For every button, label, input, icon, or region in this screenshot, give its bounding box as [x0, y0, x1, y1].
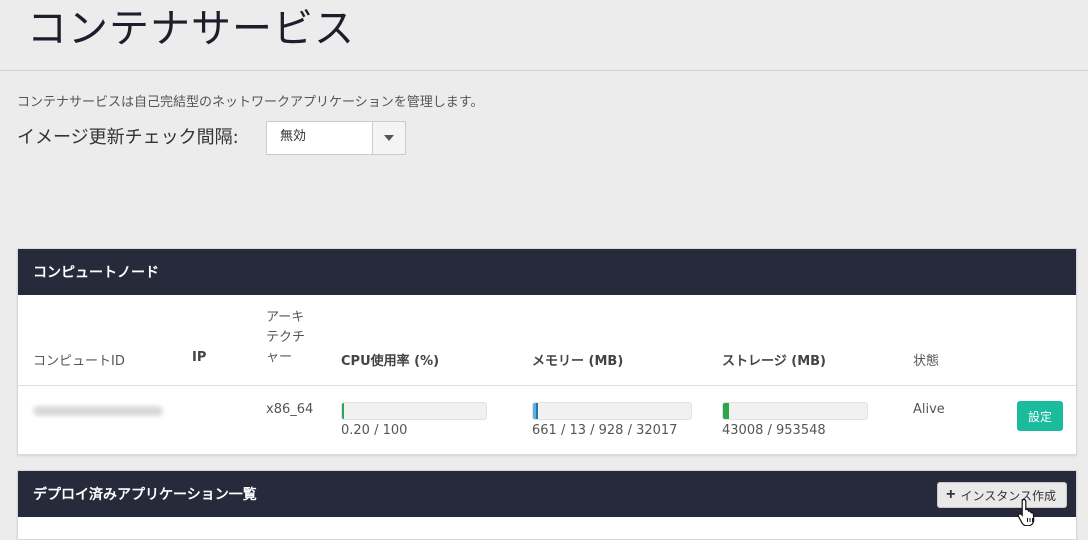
col-status: 状態: [913, 354, 940, 369]
col-architecture: アーキテクチャー: [266, 310, 306, 365]
create-instance-button[interactable]: + インスタンス作成: [937, 482, 1067, 508]
cell-architecture: x86_64: [266, 402, 314, 417]
page-header: コンテナサービス: [0, 0, 1088, 71]
cell-memory: 661 / 13 / 928 / 32017: [532, 423, 678, 438]
cell-status: Alive: [913, 402, 945, 417]
create-instance-label: インスタンス作成: [960, 488, 1056, 503]
compute-nodes-table-header: コンピュートID IP アーキテクチャー CPU使用率 (%) メモリー (MB…: [18, 295, 1076, 386]
cpu-usage-bar: [341, 402, 487, 420]
select-caret[interactable]: [372, 122, 405, 154]
chevron-down-icon: [384, 135, 394, 141]
deployed-apps-header: デプロイ済みアプリケーション一覧 + インスタンス作成: [18, 471, 1076, 517]
page-title: コンテナサービス: [27, 6, 355, 52]
compute-id-redacted: [33, 406, 163, 416]
image-check-interval-label: イメージ更新チェック間隔:: [17, 127, 239, 148]
memory-usage-sub-fill: [536, 403, 538, 419]
storage-usage-fill: [723, 403, 729, 419]
compute-nodes-panel: コンピュートノード コンピュートID IP アーキテクチャー CPU使用率 (%…: [17, 248, 1077, 455]
plus-icon: +: [946, 486, 956, 503]
col-cpu-usage: CPU使用率 (%): [341, 354, 440, 369]
cell-storage: 43008 / 953548: [722, 423, 826, 438]
deployed-apps-panel: デプロイ済みアプリケーション一覧 + インスタンス作成: [17, 470, 1077, 540]
deployed-apps-title: デプロイ済みアプリケーション一覧: [33, 487, 257, 503]
hand-cursor-icon: [1017, 498, 1035, 526]
col-ip: IP: [192, 350, 207, 365]
image-check-interval-select[interactable]: 無効: [266, 121, 406, 155]
table-row: x86_64 0.20 / 100 661 / 13 / 928 / 32017…: [18, 386, 1076, 456]
settings-button[interactable]: 設定: [1017, 401, 1063, 431]
compute-nodes-header: コンピュートノード: [18, 249, 1076, 295]
col-memory: メモリー (MB): [532, 354, 624, 369]
memory-usage-bar: [532, 402, 692, 420]
select-value: 無効: [280, 129, 307, 144]
cpu-usage-fill: [342, 403, 344, 419]
cell-cpu-usage: 0.20 / 100: [341, 423, 408, 438]
page-description: コンテナサービスは自己完結型のネットワークアプリケーションを管理します。: [17, 95, 484, 110]
col-compute-id: コンピュートID: [33, 354, 125, 369]
col-storage: ストレージ (MB): [722, 354, 826, 369]
storage-usage-bar: [722, 402, 868, 420]
